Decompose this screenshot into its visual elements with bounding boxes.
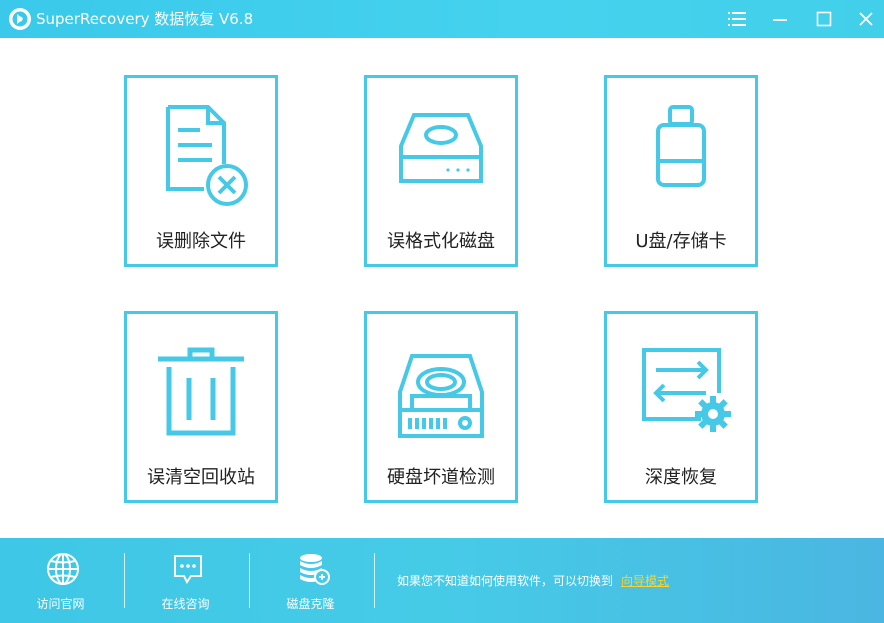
visit-website-label: 访问官网 [36,597,85,611]
close-icon [859,12,873,26]
help-tip: 如果您不知道如何使用软件，可以切换到 向导模式 [397,573,669,589]
mode-card-deep-recovery[interactable]: 深度恢复 [604,311,758,503]
maximize-button[interactable] [809,4,839,34]
online-consult-label: 在线咨询 [161,597,210,611]
deleted-file-icon [166,105,248,206]
chat-icon [174,555,202,584]
globe-icon [47,553,79,585]
mode-card-bad-sector-check[interactable]: 硬盘坏道检测 [364,311,518,503]
app-logo-icon [9,8,31,30]
wizard-mode-link[interactable]: 向导模式 [621,574,669,588]
mode-card-usb-drive[interactable]: U盘/存储卡 [604,75,758,267]
minimize-icon [773,19,787,21]
mode-card-label: 误格式化磁盘 [387,231,495,252]
minimize-button[interactable] [765,4,795,34]
database-clone-icon [300,554,330,585]
mode-card-label: U盘/存储卡 [635,231,727,252]
recycle-bin-icon [158,347,244,436]
disk-clone-label: 磁盘克隆 [286,597,335,611]
visit-website-button[interactable]: 访问官网 [0,538,125,623]
online-consult-button[interactable]: 在线咨询 [125,538,250,623]
mode-card-label: 误清空回收站 [147,467,255,488]
mode-card-formatted-disk[interactable]: 误格式化磁盘 [364,75,518,267]
hard-disk-icon [399,113,483,183]
app-title: SuperRecovery 数据恢复 V6.8 [36,10,254,28]
disk-check-icon [398,354,484,438]
usb-drive-icon [656,105,706,187]
mode-card-recycle-bin[interactable]: 误清空回收站 [124,311,278,503]
disk-clone-button[interactable]: 磁盘克隆 [250,538,375,623]
mode-card-label: 误删除文件 [156,231,246,252]
mode-card-label: 深度恢复 [645,467,717,488]
title-bar: SuperRecovery 数据恢复 V6.8 [0,0,884,38]
footer-bar: 访问官网 在线咨询 磁盘克隆 如果您不知道如何使用软件，可以切换到 向导模式 [0,538,884,623]
mode-card-label: 硬盘坏道检测 [387,467,495,488]
main-panel: 误删除文件 误格式化磁盘 U盘/存储卡 误清空回收站 硬盘坏道检测 深度恢复 [0,38,884,538]
mode-card-deleted-files[interactable]: 误删除文件 [124,75,278,267]
maximize-icon [816,11,832,27]
footer-divider [374,553,375,608]
hamburger-menu-icon [728,12,746,26]
help-tip-text: 如果您不知道如何使用软件，可以切换到 [397,574,614,588]
menu-button[interactable] [722,4,752,34]
close-button[interactable] [851,4,881,34]
deep-recovery-icon [642,348,731,432]
